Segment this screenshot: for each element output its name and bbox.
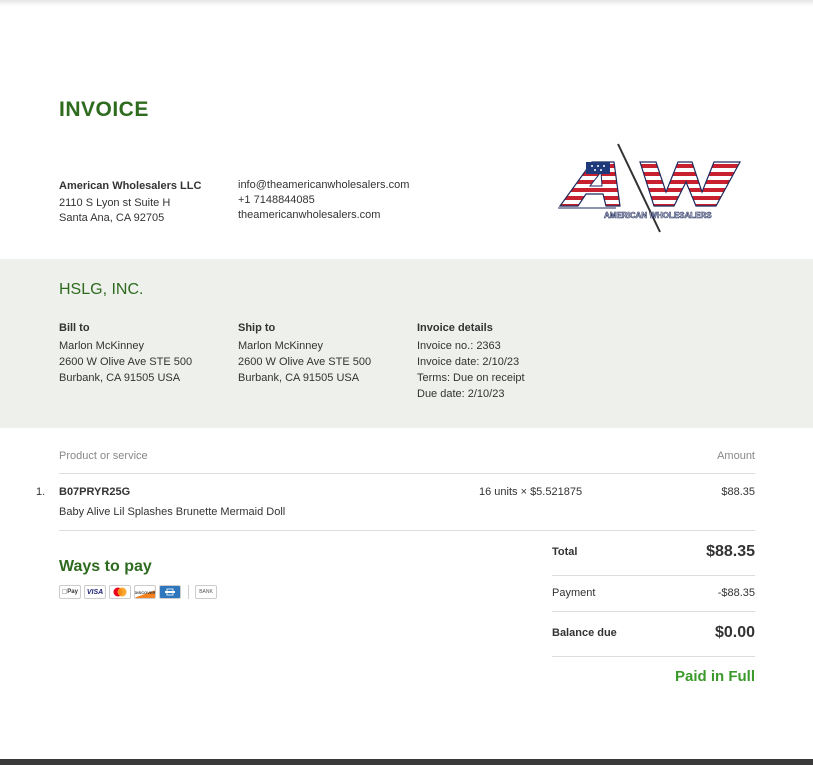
- ways-to-pay-heading: Ways to pay: [59, 558, 152, 575]
- total-value: $88.35: [706, 543, 755, 560]
- customer-name: HSLG, INC.: [59, 281, 144, 298]
- invoice-details-block: Invoice details Invoice no.: 2363 Invoic…: [417, 320, 525, 402]
- ship-to-block: Ship to Marlon McKinney 2600 W Olive Ave…: [238, 320, 371, 386]
- ship-to-name: Marlon McKinney: [238, 340, 323, 352]
- payment-label: Payment: [552, 587, 596, 599]
- company-logo-icon: AMERICAN WHOLESALERS: [558, 143, 742, 233]
- item-description: Baby Alive Lil Splashes Brunette Mermaid…: [59, 506, 286, 518]
- bill-to-block: Bill to Marlon McKinney 2600 W Olive Ave…: [59, 320, 192, 386]
- item-amount: $88.35: [721, 486, 755, 498]
- paid-status: Paid in Full: [674, 668, 755, 685]
- divider: [552, 575, 755, 576]
- seller-website: theamericanwholesalers.com: [238, 209, 381, 221]
- logo-text: AMERICAN WHOLESALERS: [604, 211, 712, 220]
- bill-to-line1: 2600 W Olive Ave STE 500: [59, 356, 193, 368]
- payment-icons: Pay VISA DISCOVER BANK: [59, 585, 220, 599]
- seller-address: American Wholesalers LLC 2110 S Lyon st …: [59, 179, 201, 226]
- invoice-terms: Terms: Due on receipt: [417, 372, 525, 384]
- bill-to-heading: Bill to: [59, 322, 90, 334]
- seller-contact: info@theamericanwholesalers.com +1 71488…: [238, 178, 409, 223]
- balance-due-value: $0.00: [714, 624, 755, 641]
- invoice-title: INVOICE: [59, 98, 149, 121]
- discover-icon: DISCOVER: [134, 585, 156, 599]
- divider: [188, 585, 189, 599]
- bottom-bar: [0, 759, 813, 765]
- visa-icon: VISA: [84, 585, 106, 599]
- item-quantity: 16 units × $5.521875: [479, 486, 583, 498]
- seller-name: American Wholesalers LLC: [59, 180, 202, 192]
- discover-label: DISCOVER: [134, 589, 156, 595]
- seller-address-line1: 2110 S Lyon st Suite H: [59, 197, 171, 209]
- apple-pay-icon: Pay: [59, 585, 81, 599]
- apple-pay-label: Pay: [64, 589, 78, 595]
- mastercard-icon: [109, 585, 131, 599]
- bill-to-line2: Burbank, CA 91505 USA: [59, 372, 181, 384]
- seller-phone: +1 7148844085: [238, 194, 315, 206]
- ship-to-line1: 2600 W Olive Ave STE 500: [238, 356, 372, 368]
- divider: [59, 473, 755, 474]
- bill-to-name: Marlon McKinney: [59, 340, 144, 352]
- total-label: Total: [552, 546, 578, 558]
- seller-email: info@theamericanwholesalers.com: [238, 179, 410, 191]
- divider: [552, 656, 755, 657]
- ship-to-heading: Ship to: [238, 322, 276, 334]
- seller-address-line2: Santa Ana, CA 92705: [59, 212, 165, 224]
- company-logo: AMERICAN WHOLESALERS: [556, 140, 746, 235]
- bank-label: BANK: [199, 589, 213, 595]
- payment-value: -$88.35: [717, 587, 755, 599]
- balance-due-label: Balance due: [552, 627, 617, 639]
- column-header-product: Product or service: [59, 450, 148, 462]
- invoice-due-date: Due date: 2/10/23: [417, 388, 505, 400]
- column-header-amount: Amount: [717, 450, 755, 462]
- item-sku: B07PRYR25G: [59, 486, 131, 498]
- invoice-details-heading: Invoice details: [417, 322, 493, 334]
- visa-label: VISA: [86, 588, 104, 596]
- invoice-date: Invoice date: 2/10/23: [417, 356, 520, 368]
- item-number: 1.: [36, 486, 46, 498]
- divider: [59, 530, 755, 531]
- divider: [552, 611, 755, 612]
- top-shade: [0, 0, 813, 6]
- amex-icon: [159, 585, 181, 599]
- invoice-number: Invoice no.: 2363: [417, 340, 501, 352]
- ship-to-line2: Burbank, CA 91505 USA: [238, 372, 360, 384]
- bank-icon: BANK: [195, 585, 217, 599]
